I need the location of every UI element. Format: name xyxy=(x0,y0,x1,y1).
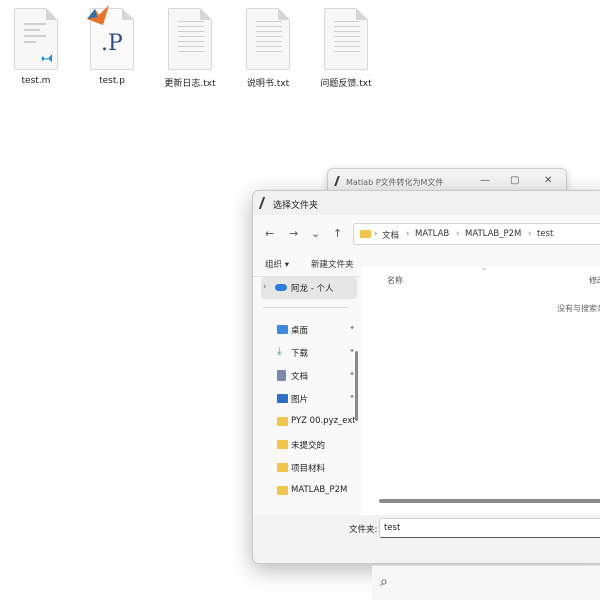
up-arrow-icon[interactable]: ↑ xyxy=(333,227,342,240)
column-modified[interactable]: 修改 xyxy=(589,275,600,286)
sidebar-item-label: 文档 xyxy=(291,372,309,382)
document-icon xyxy=(277,370,286,381)
folder-field-value: test xyxy=(384,523,401,533)
desktop-file-test-m[interactable]: test.m xyxy=(0,8,72,86)
organize-button[interactable]: 组织 ▾ xyxy=(265,258,289,270)
desktop: test.m .P test.p 更新日志.txt 说明书.txt 问题反馈.t… xyxy=(0,0,600,600)
folder-icon xyxy=(277,486,288,495)
sidebar-item-label: 图片 xyxy=(291,395,309,405)
file-name: 问题反馈.txt xyxy=(320,79,372,89)
app-feather-icon xyxy=(334,176,344,186)
sidebar-item-label: 项目材料 xyxy=(291,464,326,474)
breadcrumb-test[interactable]: test xyxy=(537,229,553,239)
app-feather-icon xyxy=(258,197,270,209)
sidebar-item-desktop[interactable]: 桌面 ✦ xyxy=(275,321,359,339)
sidebar-item-label: PYZ 00.pyz_extracted xyxy=(291,416,355,426)
sidebar-item-project-materials[interactable]: 项目材料 xyxy=(275,459,359,477)
matlab-p-file-icon: .P xyxy=(87,5,134,70)
sidebar-item-label: 桌面 xyxy=(291,326,309,336)
breadcrumb-matlab-p2m[interactable]: MATLAB_P2M xyxy=(465,229,521,239)
folder-icon xyxy=(277,417,288,426)
sidebar-item-matlab-p2m[interactable]: MATLAB_P2M xyxy=(275,482,359,500)
desktop-file-test-p[interactable]: .P test.p xyxy=(76,5,148,86)
column-name[interactable]: 名称 xyxy=(387,275,403,286)
vscode-m-file-icon xyxy=(14,8,58,70)
new-folder-button[interactable]: 新建文件夹 xyxy=(311,258,354,270)
chevron-right-icon[interactable]: › xyxy=(263,282,267,292)
sidebar-item-label: MATLAB_P2M xyxy=(291,485,348,495)
folder-icon xyxy=(277,463,288,472)
folder-icon xyxy=(360,230,371,238)
desktop-icon xyxy=(277,325,288,334)
divider xyxy=(263,307,349,308)
sidebar-item-documents[interactable]: 文档 ✦ xyxy=(275,367,359,385)
search-icon[interactable]: ⌕ xyxy=(380,574,388,590)
sidebar-item-label: 未提交的 xyxy=(291,441,326,451)
close-button[interactable]: ✕ xyxy=(544,175,552,186)
sidebar-item-label: 下载 xyxy=(291,349,309,359)
sort-caret-icon: ⌃ xyxy=(481,267,488,276)
dialog-title: 选择文件夹 xyxy=(273,201,319,211)
text-file-icon xyxy=(324,8,368,70)
breadcrumb-matlab[interactable]: MATLAB xyxy=(415,229,449,239)
navigation-pane: › 阿龙 - 个人 桌面 ✦ ⤓ 下载 ✦ 文档 ✦ 图片 ✦ PYZ 00.p… xyxy=(253,277,359,511)
background-window-title: Matlab P文件转化为M文件 xyxy=(346,178,444,187)
folder-field[interactable]: test xyxy=(379,518,600,538)
column-header: ⌃ 名称 修改 xyxy=(361,267,600,287)
desktop-file-feedback[interactable]: 问题反馈.txt xyxy=(310,8,382,89)
desktop-file-changelog[interactable]: 更新日志.txt xyxy=(154,8,226,89)
sidebar-item-pyz-extracted[interactable]: PYZ 00.pyz_extracted xyxy=(275,413,359,431)
maximize-button[interactable]: ▢ xyxy=(510,175,519,186)
forward-arrow-icon[interactable]: → xyxy=(289,227,298,240)
horizontal-scrollbar[interactable] xyxy=(379,499,600,503)
picture-icon xyxy=(277,394,288,403)
sidebar-item-label: 阿龙 - 个人 xyxy=(291,284,334,294)
file-name: test.m xyxy=(21,76,51,86)
sidebar-item-onedrive[interactable]: › 阿龙 - 个人 xyxy=(261,277,357,299)
back-arrow-icon[interactable]: ← xyxy=(265,227,274,240)
sidebar-scrollbar[interactable] xyxy=(355,351,358,421)
sidebar-item-folder-2[interactable]: 未提交的 xyxy=(275,436,359,454)
onedrive-cloud-icon xyxy=(275,284,287,291)
text-file-icon xyxy=(168,8,212,70)
taskbar: ⌕ xyxy=(372,565,600,600)
file-name: 说明书.txt xyxy=(246,79,290,89)
folder-label: 文件夹: xyxy=(349,525,378,535)
text-file-icon xyxy=(246,8,290,70)
dialog-footer: 文件夹: test xyxy=(253,515,600,563)
sidebar-item-pictures[interactable]: 图片 ✦ xyxy=(275,390,359,408)
breadcrumb-documents[interactable]: 文档 xyxy=(382,229,399,241)
address-bar[interactable]: › 文档 › MATLAB › MATLAB_P2M › test xyxy=(353,223,600,245)
recent-chevron-down-icon[interactable]: ⌄ xyxy=(311,227,320,240)
folder-icon xyxy=(277,440,288,449)
dialog-titlebar[interactable]: 选择文件夹 xyxy=(253,191,600,215)
desktop-file-manual[interactable]: 说明书.txt xyxy=(232,8,304,89)
file-name: 更新日志.txt xyxy=(164,79,216,89)
file-name: test.p xyxy=(99,76,125,86)
sidebar-item-downloads[interactable]: ⤓ 下载 ✦ xyxy=(275,344,359,362)
empty-message: 没有与搜索条件匹配的项。 xyxy=(557,304,600,313)
pin-icon: ✦ xyxy=(349,324,355,332)
minimize-button[interactable]: — xyxy=(480,175,490,186)
select-folder-dialog: 选择文件夹 ← → ⌄ ↑ › 文档 › MATLAB › MATLAB_P2M… xyxy=(252,190,600,564)
file-list: ⌃ 名称 修改 没有与搜索条件匹配的项。 xyxy=(361,267,600,515)
navigation-bar: ← → ⌄ ↑ › 文档 › MATLAB › MATLAB_P2M › tes… xyxy=(253,215,600,251)
download-icon: ⤓ xyxy=(277,346,282,357)
